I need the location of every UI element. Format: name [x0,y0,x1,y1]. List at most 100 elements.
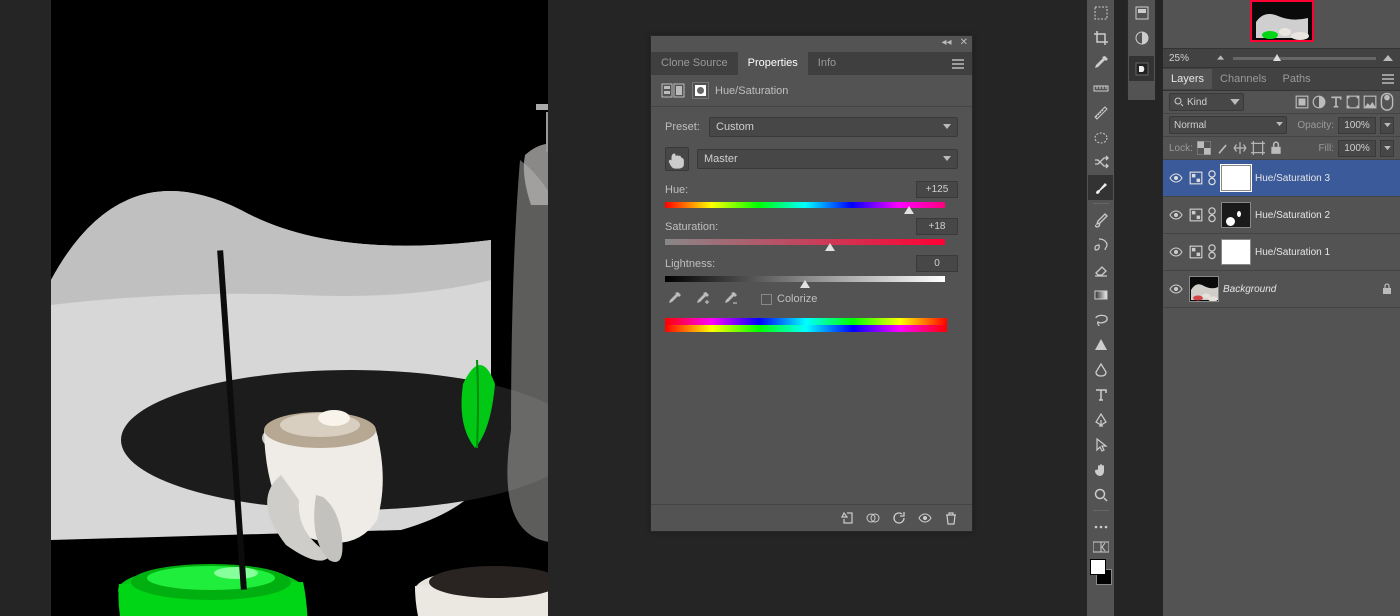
navigator-thumbnail[interactable] [1250,0,1314,42]
mask-link-icon[interactable] [1207,243,1217,261]
filter-smart-icon[interactable] [1363,95,1377,109]
layer-row[interactable]: Hue/Saturation 3 [1163,160,1400,197]
eyedropper-plus-icon[interactable] [695,292,709,306]
saturation-slider[interactable] [665,239,945,245]
filter-adjust-icon[interactable] [1312,95,1326,109]
eyedropper-icon[interactable] [667,292,681,306]
tool-hand[interactable] [1088,457,1113,482]
fill-slider-toggle[interactable] [1380,140,1394,157]
lock-pixels-icon[interactable] [1215,141,1229,155]
tool-crop[interactable] [1088,25,1113,50]
lock-transparency-icon[interactable] [1197,141,1211,155]
tool-brush[interactable] [1088,175,1113,200]
close-panel-icon[interactable]: ✕ [960,37,968,49]
layer-row[interactable]: Hue/Saturation 2 [1163,197,1400,234]
visibility-toggle-icon[interactable] [1167,247,1185,257]
trash-icon[interactable] [944,511,958,525]
tool-measure[interactable] [1088,100,1113,125]
eyedropper-minus-icon[interactable] [723,292,737,306]
tool-gradient[interactable] [1088,282,1113,307]
layer-filter-select[interactable]: Kind [1169,93,1244,111]
reset-icon[interactable] [892,511,906,525]
lock-position-icon[interactable] [1233,141,1247,155]
lightness-value-input[interactable]: 0 [916,255,958,272]
zoom-slider[interactable] [1233,57,1376,60]
tool-marquee-ellipse[interactable] [1088,125,1113,150]
lock-all-icon[interactable] [1269,141,1283,155]
document-canvas[interactable] [51,0,548,616]
tool-zoom[interactable] [1088,482,1113,507]
preset-select[interactable]: Custom [709,117,958,137]
tool-sharpen[interactable] [1088,357,1113,382]
layer-mask-thumb[interactable] [1221,239,1251,265]
layer-name[interactable]: Background [1223,284,1276,295]
tool-pen[interactable] [1088,407,1113,432]
tool-marquee[interactable] [1088,0,1113,25]
mask-link-icon[interactable] [1207,169,1217,187]
tool-triangle[interactable] [1088,332,1113,357]
tool-lasso[interactable] [1088,307,1113,332]
hue-range-strip[interactable] [665,318,947,332]
filter-type-icon[interactable] [1329,95,1343,109]
layer-row[interactable]: Background [1163,271,1400,308]
filter-toggle[interactable] [1380,95,1394,109]
layer-name[interactable]: Hue/Saturation 1 [1255,247,1330,258]
tab-paths[interactable]: Paths [1275,69,1319,89]
zoom-in-icon[interactable] [1382,54,1394,62]
tab-layers[interactable]: Layers [1163,69,1212,89]
tab-channels[interactable]: Channels [1212,69,1274,89]
tool-art-history[interactable] [1088,207,1113,232]
tool-type[interactable] [1088,382,1113,407]
saturation-value-input[interactable]: +18 [916,218,958,235]
tool-ruler[interactable] [1088,75,1113,100]
hue-slider[interactable] [665,202,945,208]
collapsed-panels [1127,0,1156,100]
visibility-toggle-icon[interactable] [1167,210,1185,220]
tool-path-select[interactable] [1088,432,1113,457]
tool-eraser[interactable] [1088,257,1113,282]
tab-clone-source[interactable]: Clone Source [651,52,738,75]
mask-button[interactable] [692,82,709,99]
layer-mask-thumb[interactable] [1221,165,1251,191]
zoom-value[interactable]: 25% [1169,53,1209,64]
visibility-icon[interactable] [918,511,932,525]
panel-libraries-icon[interactable] [1129,56,1154,81]
layer-name[interactable]: Hue/Saturation 2 [1255,210,1330,221]
visibility-toggle-icon[interactable] [1167,173,1185,183]
layer-name[interactable]: Hue/Saturation 3 [1255,173,1330,184]
layer-thumb[interactable] [1189,276,1219,302]
tab-properties[interactable]: Properties [738,52,808,75]
blend-mode-select[interactable]: Normal [1169,116,1287,134]
tool-eyedropper[interactable] [1088,50,1113,75]
tab-info[interactable]: Info [808,52,846,75]
hue-value-input[interactable]: +125 [916,181,958,198]
layer-mask-thumb[interactable] [1221,202,1251,228]
filter-pixel-icon[interactable] [1295,95,1309,109]
tool-shuffle[interactable] [1088,150,1113,175]
targeted-adjust-icon[interactable] [665,147,689,171]
color-swatches[interactable] [1090,559,1112,585]
opacity-slider-toggle[interactable] [1380,117,1394,134]
fill-input[interactable]: 100% [1338,140,1376,157]
channel-select[interactable]: Master [697,149,958,169]
tool-smudge[interactable] [1088,232,1113,257]
tool-more-icon[interactable] [1088,514,1113,539]
filter-shape-icon[interactable] [1346,95,1360,109]
foreground-color-swatch[interactable] [1090,559,1106,575]
lock-artboard-icon[interactable] [1251,141,1265,155]
layers-menu-icon[interactable] [1382,74,1394,84]
view-previous-icon[interactable] [866,511,880,525]
panel-menu-icon[interactable] [952,59,964,69]
lightness-slider[interactable] [665,276,945,282]
zoom-out-icon[interactable] [1215,54,1227,62]
tool-quick-mask[interactable] [1088,539,1113,555]
colorize-checkbox[interactable] [761,294,772,305]
mask-link-icon[interactable] [1207,206,1217,224]
panel-adjustments-icon[interactable] [1129,25,1154,50]
opacity-input[interactable]: 100% [1338,117,1376,134]
visibility-toggle-icon[interactable] [1167,284,1185,294]
layer-row[interactable]: Hue/Saturation 1 [1163,234,1400,271]
collapse-icon[interactable]: ◂◂ [942,37,952,49]
panel-history-icon[interactable] [1129,0,1154,25]
clip-to-layer-icon[interactable] [840,511,854,525]
